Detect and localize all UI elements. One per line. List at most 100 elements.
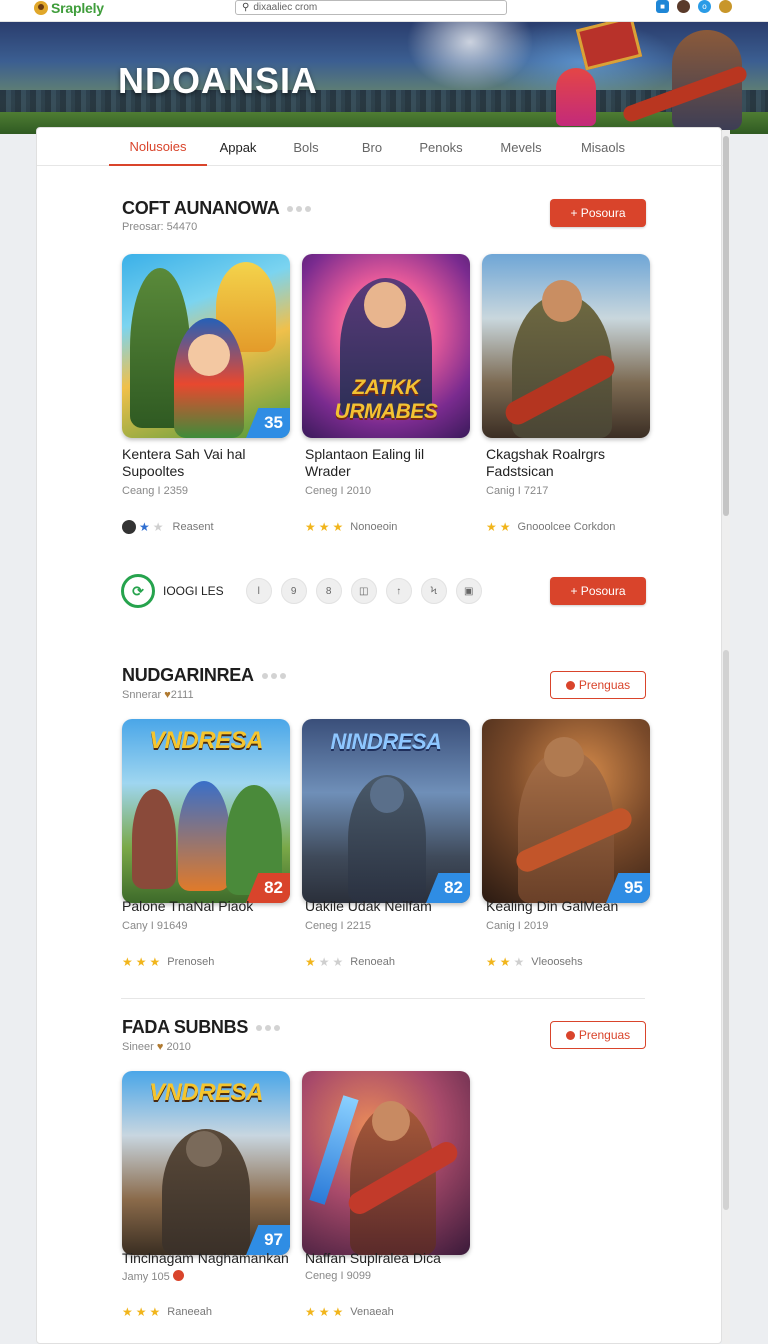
- more-dots-icon[interactable]: [256, 1024, 281, 1031]
- game-7-name[interactable]: Tinclnagam Naghamankan: [122, 1250, 290, 1267]
- section-2-title: NUDGARINREA: [122, 665, 286, 686]
- profile-avatar-icon[interactable]: [677, 0, 690, 13]
- section-3-button-label: Prenguas: [578, 1028, 631, 1042]
- game-1-meta: Ceang I 2359: [122, 485, 189, 497]
- game-4-meta: Cany I 91649: [122, 920, 188, 932]
- game-8-rating: ★ ★ ★ Venaeah: [305, 1305, 394, 1319]
- game-7-art-title: VNDRESA: [149, 1079, 263, 1106]
- game-7-meta-text: Jamy 105: [122, 1271, 170, 1283]
- share-icon-1[interactable]: l: [245, 578, 272, 604]
- pin-icon: ♥: [156, 1041, 164, 1053]
- game-6-name[interactable]: Kealing Din GalMean: [486, 898, 654, 915]
- share-icon-3[interactable]: 8: [315, 578, 342, 604]
- game-8-meta: Ceneg I 9099: [305, 1270, 372, 1282]
- game-5-name[interactable]: Uakile Udak Neilfam: [305, 898, 473, 915]
- section-3-subtitle-text: Sineer: [122, 1041, 154, 1053]
- top-icons: ■ o: [656, 0, 732, 13]
- section-2-subtitle-value: 2111: [170, 689, 194, 701]
- section-3-button[interactable]: Prenguas: [550, 1021, 646, 1049]
- game-tile-1[interactable]: 35: [122, 254, 290, 438]
- section-1-add-button[interactable]: + Posoura: [550, 199, 646, 227]
- share-add-button[interactable]: + Posoura: [550, 577, 646, 605]
- game-5-rating: ★ ★ ★ Renoeah: [305, 955, 395, 969]
- game-2-art-title: ZATKK URMABES: [334, 376, 438, 423]
- game-4-art-title: VNDRESA: [149, 727, 263, 754]
- tab-bro[interactable]: Bro: [341, 128, 403, 166]
- tag-icon: [565, 1030, 575, 1040]
- game-4-name[interactable]: Palone TnaNal Piaok: [122, 898, 290, 915]
- game-1-name[interactable]: Kentera Sah Vai hal Supooltes: [122, 446, 290, 480]
- game-4-rating-text: Prenoseh: [167, 956, 215, 968]
- share-row: ⟳ IOOGI LES l 9 8 ◫ ↑ Ϟ ▣: [121, 574, 483, 608]
- share-icon-5[interactable]: ↑: [385, 578, 412, 604]
- share-icon-2[interactable]: 9: [280, 578, 307, 604]
- share-icon-7[interactable]: ▣: [455, 578, 482, 604]
- game-2-rating: ★ ★ ★ Nonoeoin: [305, 520, 398, 534]
- game-tile-5[interactable]: NINDRESA 82: [302, 719, 470, 903]
- game-tile-2[interactable]: ZATKK URMABES: [302, 254, 470, 438]
- settings-icon[interactable]: o: [698, 0, 711, 13]
- search-input-value: dixaaliec crom: [253, 2, 318, 13]
- section-3-subtitle-value: 2010: [166, 1041, 191, 1053]
- tab-penoks[interactable]: Penoks: [409, 128, 473, 166]
- game-3-rating: ★ ★ Gnooolcee Corkdon: [486, 520, 616, 534]
- game-4-rating: ★ ★ ★ Prenoseh: [122, 955, 215, 969]
- scrollbar[interactable]: [722, 130, 730, 1344]
- tab-nolusoies[interactable]: Nolusoies: [109, 128, 207, 166]
- search-input[interactable]: ⚲ dixaaliec crom: [235, 0, 507, 15]
- share-icon-6[interactable]: Ϟ: [420, 578, 447, 604]
- game-6-rating-text: Vleoosehs: [531, 956, 583, 968]
- game-2-name[interactable]: Splantaon Ealing lil Wrader: [305, 446, 473, 480]
- game-8-rating-text: Venaeah: [350, 1306, 394, 1318]
- game-2-rating-text: Nonoeoin: [350, 521, 398, 533]
- game-1-rating: ★ ★ Reasent: [122, 520, 214, 534]
- app-name: Sraplely: [51, 0, 104, 16]
- user-avatar-icon[interactable]: [719, 0, 732, 13]
- section-3-title: FADA SUBNBS: [122, 1017, 281, 1038]
- hero-flag: [575, 22, 643, 71]
- avatar: [122, 520, 136, 534]
- game-3-meta: Canig I 7217: [486, 485, 549, 497]
- notification-icon[interactable]: ■: [656, 0, 669, 13]
- tag-icon: [565, 680, 575, 690]
- game-7-rating: ★ ★ ★ Raneeah: [122, 1305, 212, 1319]
- tab-mevels[interactable]: Mevels: [489, 128, 553, 166]
- game-tile-7[interactable]: VNDRESA 97: [122, 1071, 290, 1255]
- game-tile-8[interactable]: [302, 1071, 470, 1255]
- logo-icon: [34, 1, 48, 15]
- tab-misaols[interactable]: Misaols: [571, 128, 635, 166]
- more-dots-icon[interactable]: [287, 205, 312, 212]
- share-label: IOOGI LES: [163, 584, 224, 598]
- section-2-subtitle-text: Snnerar: [122, 689, 162, 701]
- game-3-name[interactable]: Ckagshak Roalrgrs Fadstsican: [486, 446, 654, 480]
- game-tile-3[interactable]: [482, 254, 650, 438]
- game-tile-6[interactable]: 95: [482, 719, 650, 903]
- tab-bols[interactable]: Bols: [275, 128, 337, 166]
- game-5-meta: Ceneg I 2215: [305, 920, 372, 932]
- section-2-subtitle: Snnerar ♥2111: [122, 689, 194, 701]
- main-content-card: Nolusoies Appak Bols Bro Penoks Mevels M…: [36, 127, 723, 1344]
- game-tile-4[interactable]: VNDRESA 82: [122, 719, 290, 903]
- search-icon: ⚲: [242, 2, 250, 13]
- top-bar: Sraplely ⚲ dixaaliec crom ■ o: [0, 0, 768, 22]
- share-main-icon[interactable]: ⟳: [121, 574, 155, 608]
- hero-title: NDOANSIA: [118, 60, 319, 101]
- section-3-subtitle: Sineer ♥ 2010: [122, 1041, 191, 1053]
- game-8-name[interactable]: Naffan Suplralea Dica: [305, 1250, 473, 1267]
- section-2-button[interactable]: Prenguas: [550, 671, 646, 699]
- tab-appak[interactable]: Appak: [207, 128, 269, 166]
- scrollbar-thumb[interactable]: [723, 136, 729, 516]
- game-2-meta: Ceneg I 2010: [305, 485, 372, 497]
- game-7-meta: Jamy 105: [122, 1270, 184, 1283]
- game-6-rating: ★ ★ ★ Vleoosehs: [486, 955, 583, 969]
- more-dots-icon[interactable]: [261, 672, 286, 679]
- section-3-title-text: FADA SUBNBS: [122, 1017, 249, 1037]
- share-icon-4[interactable]: ◫: [350, 578, 377, 604]
- app-logo[interactable]: Sraplely: [34, 0, 104, 16]
- game-1-rating-text: Reasent: [172, 521, 214, 533]
- game-5-art-title: NINDRESA: [330, 729, 442, 754]
- section-1-subtitle: Preosar: 54470: [122, 221, 198, 233]
- hero-character: [556, 68, 596, 126]
- scrollbar-track-segment: [723, 650, 729, 1210]
- tab-bar: Nolusoies Appak Bols Bro Penoks Mevels M…: [37, 128, 723, 166]
